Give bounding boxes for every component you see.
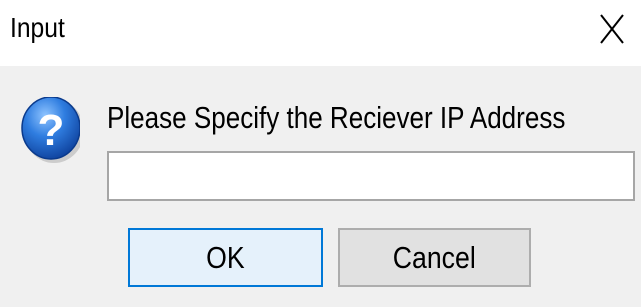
cancel-button-label: Cancel (393, 239, 476, 275)
ok-button[interactable]: OK (128, 228, 323, 287)
cancel-button[interactable]: Cancel (338, 228, 531, 287)
dialog-body: ? Please Specify the Reciever IP Address… (0, 66, 641, 307)
svg-text:?: ? (38, 106, 65, 155)
ip-address-input[interactable] (107, 151, 635, 201)
question-icon: ? (21, 97, 80, 163)
window-title: Input (10, 12, 65, 43)
title-bar: Input (0, 0, 641, 66)
ok-button-label: OK (206, 239, 245, 275)
dialog-message: Please Specify the Reciever IP Address (107, 100, 566, 135)
close-x-icon (600, 14, 624, 44)
close-button[interactable] (585, 0, 641, 66)
input-dialog-window: Input ? Please Specify the Reciever IP A… (0, 0, 641, 307)
